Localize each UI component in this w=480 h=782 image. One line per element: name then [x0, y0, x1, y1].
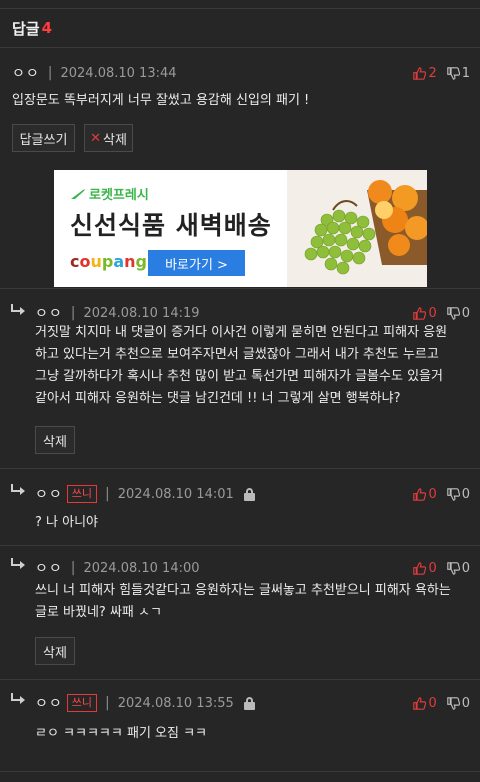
upvote-button[interactable]: 0	[413, 560, 437, 576]
reply-arrow-icon	[11, 693, 25, 704]
meta-separator: |	[70, 560, 76, 576]
comment-date: 2024.08.10 14:19	[83, 305, 200, 321]
ad-cta-button[interactable]: 바로가기 >	[148, 250, 245, 276]
thumbs-up-icon	[413, 561, 427, 575]
upvote-button[interactable]: 2	[413, 65, 437, 81]
vote-box: 0 0	[413, 693, 470, 713]
comment-text: 거짓말 치지마 내 댓글이 증거다 이사건 이렇게 묻히면 안된다고 피해자 응…	[35, 322, 475, 410]
coupang-logo: coupang	[70, 252, 147, 271]
reply-arrow-icon	[11, 558, 25, 569]
ad-brand-label: 로켓프레시	[89, 188, 149, 203]
comment-author[interactable]: ㅇㅇ	[35, 484, 63, 504]
comment-author[interactable]: ㅇㅇ	[12, 63, 40, 83]
upvote-button[interactable]: 0	[413, 305, 437, 321]
reply-count: 4	[41, 19, 53, 37]
thumbs-down-icon	[446, 487, 460, 501]
vote-box: 2 1	[413, 63, 470, 83]
author-badge: 쓰니	[66, 694, 98, 712]
thumbs-up-icon	[413, 696, 427, 710]
comment-author[interactable]: ㅇㅇ	[35, 303, 63, 323]
meta-separator: |	[47, 65, 53, 81]
comment-text: ? 나 아니야	[35, 515, 99, 530]
reply-header-title: 답글	[12, 19, 40, 38]
meta-separator: |	[105, 486, 110, 502]
meta-separator: |	[70, 305, 76, 321]
comment-line: 거짓말 치지마 내 댓글이 증거다 이사건 이렇게 묻히면 안된다고 피해자 응…	[35, 325, 448, 340]
downvote-count: 0	[461, 560, 470, 576]
downvote-button[interactable]: 1	[446, 65, 470, 81]
comment-date: 2024.08.10 14:00	[83, 560, 200, 576]
comment-meta: ㅇㅇ | 2024.08.10 13:44	[12, 63, 177, 83]
comment-line: 그냥 갈까하다가 혹시나 추천 많이 받고 톡선가면 피해자가 글볼수도 있을거	[35, 369, 443, 384]
reply-arrow-icon	[11, 484, 25, 495]
downvote-button[interactable]: 0	[446, 560, 470, 576]
thumbs-up-icon	[413, 66, 427, 80]
close-icon: ✕	[90, 130, 101, 146]
downvote-button[interactable]: 0	[446, 695, 470, 711]
thumbs-up-icon	[413, 306, 427, 320]
delete-button[interactable]: 삭제	[35, 426, 75, 454]
thumbs-down-icon	[446, 306, 460, 320]
rocket-icon	[71, 188, 85, 199]
downvote-button[interactable]: 0	[446, 486, 470, 502]
comment-text: 쓰니 너 피해자 힘들것같다고 응원하자는 글써놓고 추천받으니 피해자 욕하는…	[35, 580, 475, 624]
comment-divider	[0, 679, 480, 680]
vote-box: 0 0	[413, 558, 470, 578]
thumbs-up-icon	[413, 487, 427, 501]
ad-brand: 로켓프레시	[70, 184, 149, 203]
comment-line: 같아서 피해자 응원하는 댓글 남긴건데 !! 너 그렇게 살면 행복하냐?	[35, 391, 401, 406]
author-badge: 쓰니	[66, 485, 98, 503]
comment-meta: ㅇㅇ 쓰니 | 2024.08.10 14:01	[35, 484, 255, 504]
upvote-button[interactable]: 0	[413, 486, 437, 502]
ad-divider	[0, 288, 480, 289]
comment-meta: ㅇㅇ 쓰니 | 2024.08.10 13:55	[35, 693, 255, 713]
comment-author[interactable]: ㅇㅇ	[35, 558, 63, 578]
downvote-count: 0	[461, 305, 470, 321]
upvote-count: 2	[428, 65, 437, 81]
delete-button[interactable]: ✕ 삭제	[84, 124, 133, 152]
comment-date: 2024.08.10 14:01	[117, 486, 234, 502]
top-divider	[0, 8, 480, 9]
upvote-count: 0	[428, 486, 437, 502]
thumbs-down-icon	[446, 561, 460, 575]
thumbs-down-icon	[446, 66, 460, 80]
comment-divider	[0, 545, 480, 546]
comment-date: 2024.08.10 13:55	[117, 695, 234, 711]
downvote-button[interactable]: 0	[446, 305, 470, 321]
reply-button[interactable]: 답글쓰기	[12, 124, 75, 152]
vote-box: 0 0	[413, 484, 470, 504]
comment-line: 글로 바꿨네? 싸패 ㅅㄱ	[35, 605, 162, 620]
comment-meta: ㅇㅇ | 2024.08.10 14:19	[35, 303, 200, 323]
delete-button[interactable]: 삭제	[35, 637, 75, 665]
delete-button-label: 삭제	[102, 132, 127, 148]
downvote-count: 0	[461, 486, 470, 502]
upvote-button[interactable]: 0	[413, 695, 437, 711]
comment-text: ㄹㅇ ㅋㅋㅋㅋㅋ 패기 오짐 ㅋㅋ	[35, 726, 208, 741]
comment-text: 입장문도 똑부러지게 너무 잘썼고 용감해 신입의 패기 !	[12, 93, 310, 108]
thumbs-down-icon	[446, 696, 460, 710]
comment-meta: ㅇㅇ | 2024.08.10 14:00	[35, 558, 200, 578]
downvote-count: 1	[461, 65, 470, 81]
upvote-count: 0	[428, 695, 437, 711]
reply-header: 답글 4	[12, 17, 52, 39]
comment-line: 하고 있다는거 추천으로 보여주자면서 글썼잖아 그래서 내가 추천도 누르고	[35, 347, 439, 362]
reply-arrow-icon	[11, 304, 25, 315]
lock-icon	[243, 487, 255, 501]
comment-divider	[0, 771, 480, 772]
fruit-image	[287, 170, 427, 287]
upvote-count: 0	[428, 560, 437, 576]
vote-box: 0 0	[413, 303, 470, 323]
comment-date: 2024.08.10 13:44	[60, 65, 177, 81]
comment-line: 쓰니 너 피해자 힘들것같다고 응원하자는 글써놓고 추천받으니 피해자 욕하는	[35, 583, 451, 598]
lock-icon	[243, 696, 255, 710]
comment-author[interactable]: ㅇㅇ	[35, 693, 63, 713]
ad-banner[interactable]: 로켓프레시 신선식품 새벽배송 coupang 바로가기 >	[54, 170, 427, 287]
upvote-count: 0	[428, 305, 437, 321]
header-divider	[0, 47, 480, 48]
meta-separator: |	[105, 695, 110, 711]
downvote-count: 0	[461, 695, 470, 711]
comment-divider	[0, 468, 480, 469]
ad-title: 신선식품 새벽배송	[70, 211, 272, 240]
